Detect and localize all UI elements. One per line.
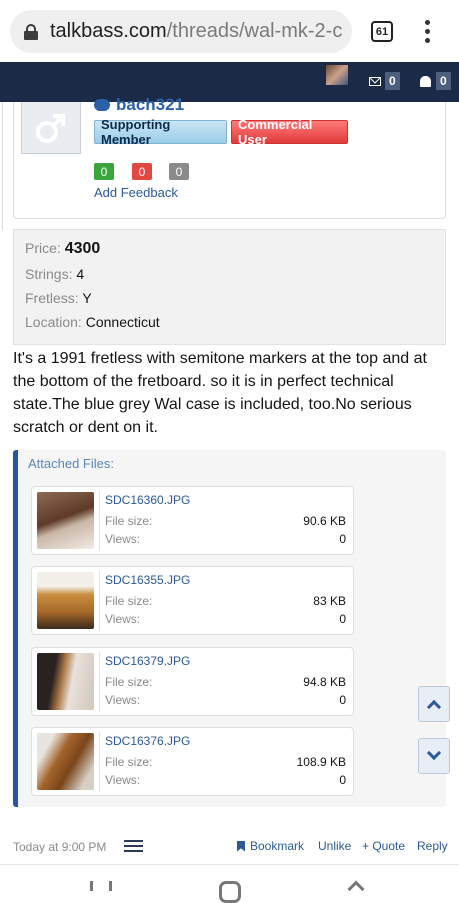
strings-row: Strings: 4 [25,266,84,282]
file-size-value: 94.8 KB [303,675,346,689]
location-value: Connecticut [85,314,160,330]
file-size-value: 108.9 KB [296,755,346,769]
chat-icon [94,99,110,111]
attachment-name[interactable]: SDC16379.JPG [105,654,190,668]
url-host: talkbass.com [50,20,167,42]
post-timestamp[interactable]: Today at 9:00 PM [13,840,106,854]
attachment-item[interactable]: SDC16376.JPG File size: 108.9 KB Views: … [31,727,354,796]
views-label: Views: [105,612,141,626]
attachment-name[interactable]: SDC16376.JPG [105,734,190,748]
attachment-thumbnail[interactable] [37,653,94,710]
alerts-count: 0 [436,72,451,90]
add-feedback-link[interactable]: Add Feedback [94,185,178,200]
bookmark-label: Bookmark [250,839,305,853]
chevron-down-icon [426,745,442,761]
bookmark-icon [237,840,245,852]
views-value: 0 [339,773,346,787]
scroll-up-button[interactable] [418,686,450,722]
address-bar[interactable]: talkbass.com/threads/wal-mk-2-c [10,10,352,53]
bell-icon [420,75,431,87]
site-navbar: 0 0 [0,62,459,102]
left-edge [0,102,3,230]
post-footer: Today at 9:00 PM Bookmark Unlike + Quote… [0,832,459,862]
views-value: 0 [339,693,346,707]
male-icon [36,113,65,143]
post-message: It's a 1991 fretless with semitone marke… [13,350,427,436]
file-size-value: 83 KB [313,594,346,608]
unlike-button[interactable]: Unlike [318,839,351,853]
attachment-thumbnail[interactable] [37,492,94,549]
attachment-item[interactable]: SDC16355.JPG File size: 83 KB Views: 0 [31,566,354,635]
attachment-item[interactable]: SDC16360.JPG File size: 90.6 KB Views: 0 [31,486,354,555]
listing-details: Price: 4300 Strings: 4 Fretless: Y Locat… [13,229,446,345]
hamburger-menu-icon[interactable] [124,840,143,852]
tab-switcher-button[interactable]: 61 [371,21,393,42]
supporting-member-badge: Supporting Member [94,117,227,147]
attachment-name[interactable]: SDC16360.JPG [105,493,190,507]
views-value: 0 [339,612,346,626]
fretless-row: Fretless: Y [25,290,92,306]
fretless-label: Fretless: [25,290,79,306]
more-menu-icon[interactable] [420,20,434,44]
attached-files: Attached Files: SDC16360.JPG File size: … [13,450,446,807]
views-value: 0 [339,532,346,546]
attached-files-title: Attached Files: [28,456,114,471]
bookmark-button[interactable]: Bookmark [237,839,304,853]
scroll-down-button[interactable] [418,738,450,774]
alerts-button[interactable]: 0 [420,71,451,91]
views-label: Views: [105,773,141,787]
commercial-user-badge: Commercial User [231,117,348,147]
username-text: bach321 [116,95,185,114]
fretless-value: Y [82,290,92,306]
price-label: Price: [25,240,61,256]
views-label: Views: [105,532,141,546]
file-size-label: File size: [105,594,153,608]
strings-label: Strings: [25,266,73,282]
envelope-icon [369,76,381,86]
system-navigation-bar [0,864,459,903]
feedback-negative[interactable]: 0 [132,163,152,180]
feedback-positive[interactable]: 0 [94,163,114,180]
inbox-count: 0 [385,72,400,90]
home-icon[interactable] [219,881,241,903]
reply-button[interactable]: Reply [417,839,448,853]
file-size-value: 90.6 KB [303,514,346,528]
attachment-item[interactable]: SDC16379.JPG File size: 94.8 KB Views: 0 [31,647,354,716]
chevron-up-icon [426,699,442,715]
attachment-name[interactable]: SDC16355.JPG [105,573,190,587]
attachment-thumbnail[interactable] [37,733,94,790]
price-value: 4300 [64,240,101,257]
browser-toolbar: talkbass.com/threads/wal-mk-2-c 61 [0,0,459,62]
file-size-label: File size: [105,675,153,689]
file-size-label: File size: [105,514,153,528]
username-link[interactable]: bach321 [94,95,184,115]
strings-value: 4 [76,266,85,282]
views-label: Views: [105,693,141,707]
member-card: bach321 Supporting Member Commercial Use… [13,95,446,219]
lock-icon [24,23,38,40]
url-path: /threads/wal-mk-2-c [166,20,343,42]
user-avatar[interactable] [326,65,348,85]
location-row: Location: Connecticut [25,314,160,330]
inbox-button[interactable]: 0 [369,71,400,91]
quote-button[interactable]: + Quote [362,839,405,853]
file-size-label: File size: [105,755,153,769]
back-icon[interactable] [347,880,365,898]
feedback-neutral[interactable]: 0 [169,163,189,180]
recent-apps-icon[interactable] [90,881,112,891]
member-avatar[interactable] [21,102,81,154]
price-row: Price: 4300 [25,240,100,258]
location-label: Location: [25,314,82,330]
attachment-thumbnail[interactable] [37,572,94,629]
